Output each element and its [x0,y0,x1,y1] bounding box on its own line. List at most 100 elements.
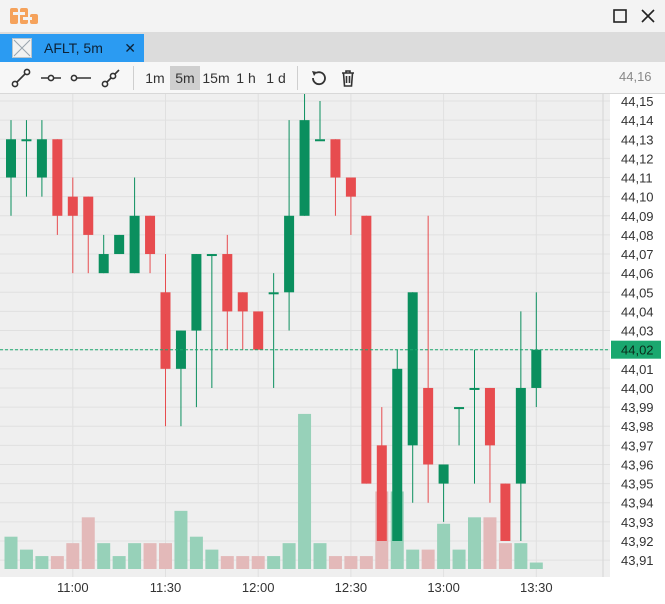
y-tick-label: 44,13 [621,132,654,147]
candle-body [268,292,279,295]
candle-body [129,215,140,274]
horizontal-ray-tool-icon[interactable] [38,66,64,90]
candle-body [531,349,542,388]
volume-bar [529,562,543,569]
interval-15m-button[interactable]: 15m [200,66,232,90]
y-tick-label: 44,14 [621,113,654,128]
ray-tool-icon[interactable] [98,66,124,90]
volume-bar [452,549,466,569]
volume-bar [483,517,497,569]
current-price-label: 44,02 [621,343,654,358]
candle-body [253,311,264,350]
candle-body [6,139,16,178]
trend-line-tool-icon[interactable] [8,66,34,90]
y-tick-label: 44,12 [621,151,654,166]
volume-bar [251,556,265,569]
y-tick-label: 44,09 [621,209,654,224]
y-tick-label: 44,10 [621,190,654,205]
y-tick-label: 43,96 [621,457,654,472]
candle-body [284,215,295,293]
y-tick-label: 44,01 [621,362,654,377]
candle-body [206,254,217,257]
candlestick-chart[interactable]: 44,15 44,14 44,13 44,12 44,11 44,10 44,09 44,08… [0,81,665,599]
volume-bar [498,543,512,569]
volume-bar [112,556,126,569]
x-tick-label: 12:30 [335,580,368,595]
y-tick-label: 44,04 [621,304,654,319]
app-logo-icon [10,8,38,29]
candle-body [83,196,94,235]
volume-bar [128,543,142,569]
y-tick-label: 43,97 [621,438,654,453]
interval-1m-button[interactable]: 1m [141,66,169,90]
chart-area[interactable]: 44,15 44,14 44,13 44,12 44,11 44,10 44,09 44,08… [0,81,665,599]
candle-body [222,254,233,312]
volume-bar [236,556,250,569]
volume-bar [313,543,327,569]
candle-body [145,215,156,255]
volume-bar [282,543,296,569]
x-tick-label: 13:00 [427,580,460,595]
x-tick-label: 12:00 [242,580,275,595]
candle-body [191,254,202,331]
candle-body [500,483,511,541]
volume-bar [514,543,528,569]
y-tick-label: 43,99 [621,400,654,415]
candle-body [423,387,434,465]
candle-body [237,292,248,312]
volume-bar [220,556,234,569]
candle-body [438,464,449,484]
candle-body [315,139,325,142]
interval-1d-button[interactable]: 1 d [262,66,290,90]
volume-bar [189,536,203,569]
horizontal-line-tool-icon[interactable] [68,66,94,90]
tab-bar: AFLT, 5m ✕ [0,32,665,62]
price-axis-top-fragment: 44,16 [619,69,652,84]
interval-1h-button[interactable]: 1 h [232,66,260,90]
candle-body [114,234,125,255]
volume-bar [66,543,80,569]
volume-bar [421,549,435,569]
candle-body [299,120,310,216]
candle-body [407,292,418,446]
maximize-icon[interactable] [610,6,630,26]
y-tick-label: 43,92 [621,534,654,549]
volume-bar [143,543,157,569]
y-tick-label: 44,11 [621,171,653,186]
volume-bar [205,549,219,569]
tab-close-icon[interactable]: ✕ [124,40,136,57]
candle-body [454,407,465,410]
toolbar-separator [133,66,134,90]
volume-bar [328,556,342,569]
volume-bar [468,517,481,569]
y-tick-label: 44,06 [621,266,654,281]
y-tick-label: 44,05 [621,285,654,300]
tab-label: AFLT, 5m [44,40,103,56]
volume-bar [359,556,373,569]
time-axis [0,577,665,599]
candle-body [52,139,63,216]
candle-body [469,387,480,390]
window-titlebar [0,0,665,32]
toolbar-separator [297,66,298,90]
tab-aflt-5m[interactable]: AFLT, 5m ✕ [0,34,144,62]
candle-body [330,139,341,178]
interval-5m-button[interactable]: 5m [170,66,200,90]
volume-bar [344,556,358,569]
volume-bar [4,536,18,569]
y-tick-label: 43,94 [621,496,654,511]
x-tick-label: 11:30 [150,580,182,595]
volume-bar [81,517,95,569]
y-tick-label: 44,03 [621,324,654,339]
trash-icon[interactable] [335,66,361,90]
candle-body [98,254,109,274]
close-icon[interactable] [638,6,658,26]
y-tick-label: 43,91 [621,553,654,568]
y-tick-label: 44,00 [621,381,654,396]
volume-bar [159,543,172,569]
volume-bar [50,556,64,569]
reset-icon[interactable] [305,66,331,90]
x-tick-label: 11:00 [57,580,89,595]
y-tick-label: 43,93 [621,515,654,530]
candle-body [376,445,387,541]
